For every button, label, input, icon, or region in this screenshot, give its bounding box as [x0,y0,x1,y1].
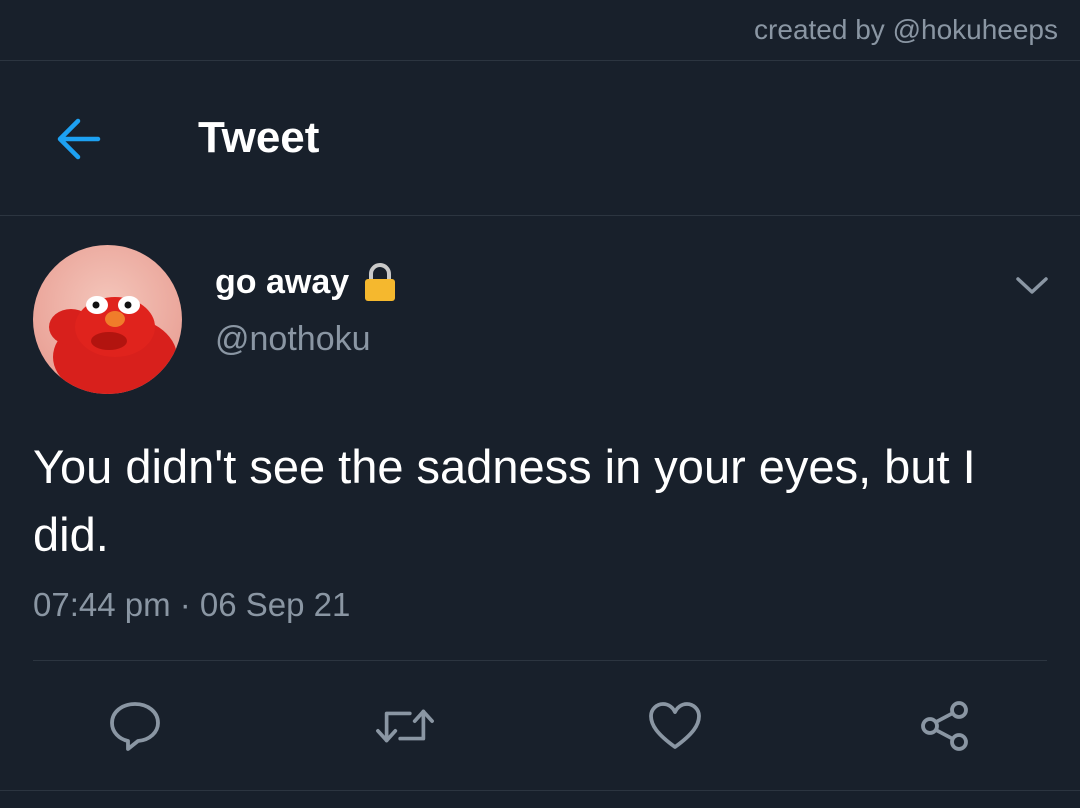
like-button[interactable] [645,696,705,756]
share-icon [921,701,968,751]
page-title: Tweet [198,113,320,162]
author-name-row[interactable]: go away [215,262,397,302]
heart-icon [649,702,701,749]
back-button[interactable] [50,111,106,167]
chevron-down-icon [1016,277,1048,294]
speech-bubble-icon [110,702,160,751]
arrow-left-icon [57,118,101,160]
avatar[interactable] [33,245,182,394]
avatar-image [33,245,182,394]
retweet-icon [376,709,434,743]
reply-button[interactable] [105,696,165,756]
retweet-button[interactable] [375,696,435,756]
credit-text: created by @hokuheeps [754,14,1058,45]
credit-bar: created by @hokuheeps [0,0,1080,61]
tweet-menu-button[interactable] [1012,270,1052,300]
author-handle[interactable]: @nothoku [215,320,371,359]
share-button[interactable] [915,696,975,756]
bottom-divider [0,790,1080,791]
author-display-name[interactable]: go away [215,263,349,302]
lock-icon [365,263,396,301]
divider [33,660,1047,661]
tweet-text: You didn't see the sadness in your eyes,… [33,440,976,561]
header-bar: Tweet [0,61,1080,216]
tweet-timestamp: 07:44 pm · 06 Sep 21 [33,586,351,623]
tweet-screen: created by @hokuheeps Tweet go away @not… [0,0,1080,808]
